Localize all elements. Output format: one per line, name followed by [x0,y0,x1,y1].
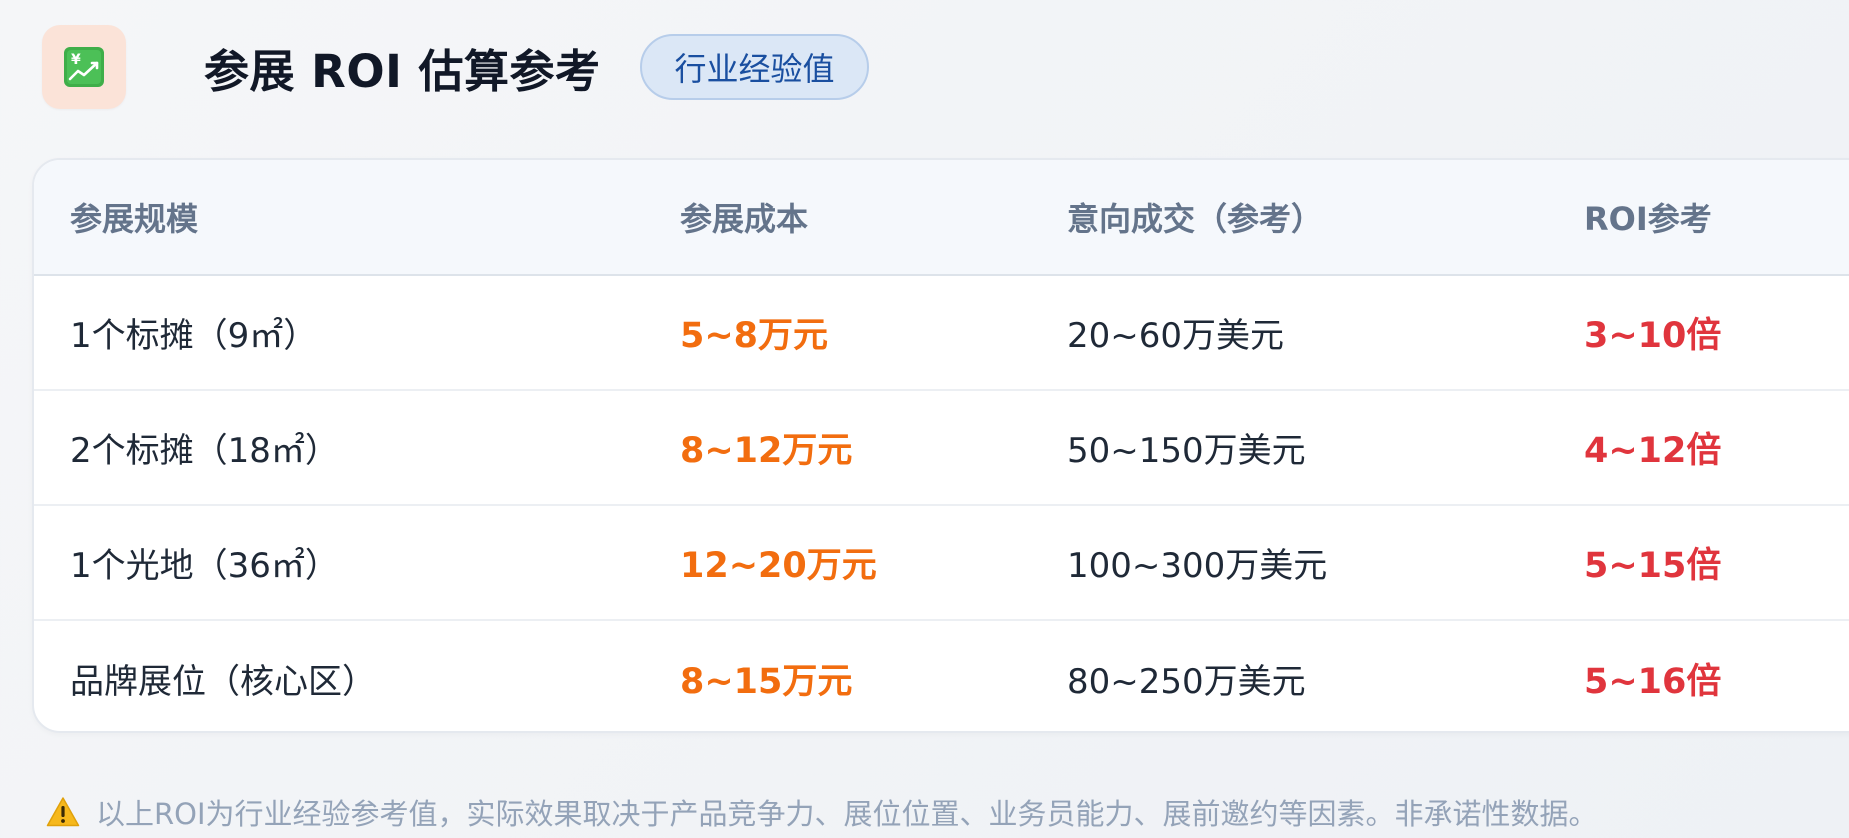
scale-cell: 1个光地（36㎡） [70,546,339,586]
cost-cell: 12~20万元 [680,546,877,586]
chart-yen-icon: ¥ [64,47,104,87]
table-row: 1个标摊（9㎡） 5~8万元 20~60万美元 3~10倍 [34,276,1849,391]
column-header-scale: 参展规模 [70,200,199,238]
page-header: ¥ 参展 ROI 估算参考 行业经验值 [42,25,869,109]
industry-badge: 行业经验值 [640,34,869,100]
svg-text:¥: ¥ [71,52,81,68]
roi-cell: 5~15倍 [1584,546,1722,586]
roi-cell: 5~16倍 [1584,662,1722,702]
column-header-roi: ROI参考 [1584,200,1712,238]
warning-icon [46,797,80,827]
deal-cell: 80~250万美元 [1067,662,1306,702]
deal-cell: 50~150万美元 [1067,431,1306,471]
table-row: 1个光地（36㎡） 12~20万元 100~300万美元 5~15倍 [34,506,1849,621]
deal-cell: 100~300万美元 [1067,546,1328,586]
roi-table: 参展规模 参展成本 意向成交（参考） ROI参考 1个标摊（9㎡） 5~8万元 … [32,158,1849,733]
column-header-deal: 意向成交（参考） [1067,200,1324,238]
roi-cell: 3~10倍 [1584,316,1722,356]
scale-cell: 2个标摊（18㎡） [70,431,339,471]
disclaimer-text: 以上ROI为行业经验参考值，实际效果取决于产品竞争力、展位位置、业务员能力、展前… [96,797,1598,831]
icon-tile: ¥ [42,25,126,109]
disclaimer-note: 以上ROI为行业经验参考值，实际效果取决于产品竞争力、展位位置、业务员能力、展前… [46,788,1598,836]
table-header-row: 参展规模 参展成本 意向成交（参考） ROI参考 [34,160,1849,276]
cost-cell: 8~15万元 [680,662,853,702]
scale-cell: 品牌展位（核心区） [70,662,376,702]
table-row: 品牌展位（核心区） 8~15万元 80~250万美元 5~16倍 [34,621,1849,731]
deal-cell: 20~60万美元 [1067,316,1285,356]
page-title: 参展 ROI 估算参考 [204,44,601,98]
table-row: 2个标摊（18㎡） 8~12万元 50~150万美元 4~12倍 [34,391,1849,506]
cost-cell: 8~12万元 [680,431,853,471]
column-header-cost: 参展成本 [680,200,809,238]
scale-cell: 1个标摊（9㎡） [70,316,318,356]
roi-cell: 4~12倍 [1584,431,1722,471]
cost-cell: 5~8万元 [680,316,829,356]
